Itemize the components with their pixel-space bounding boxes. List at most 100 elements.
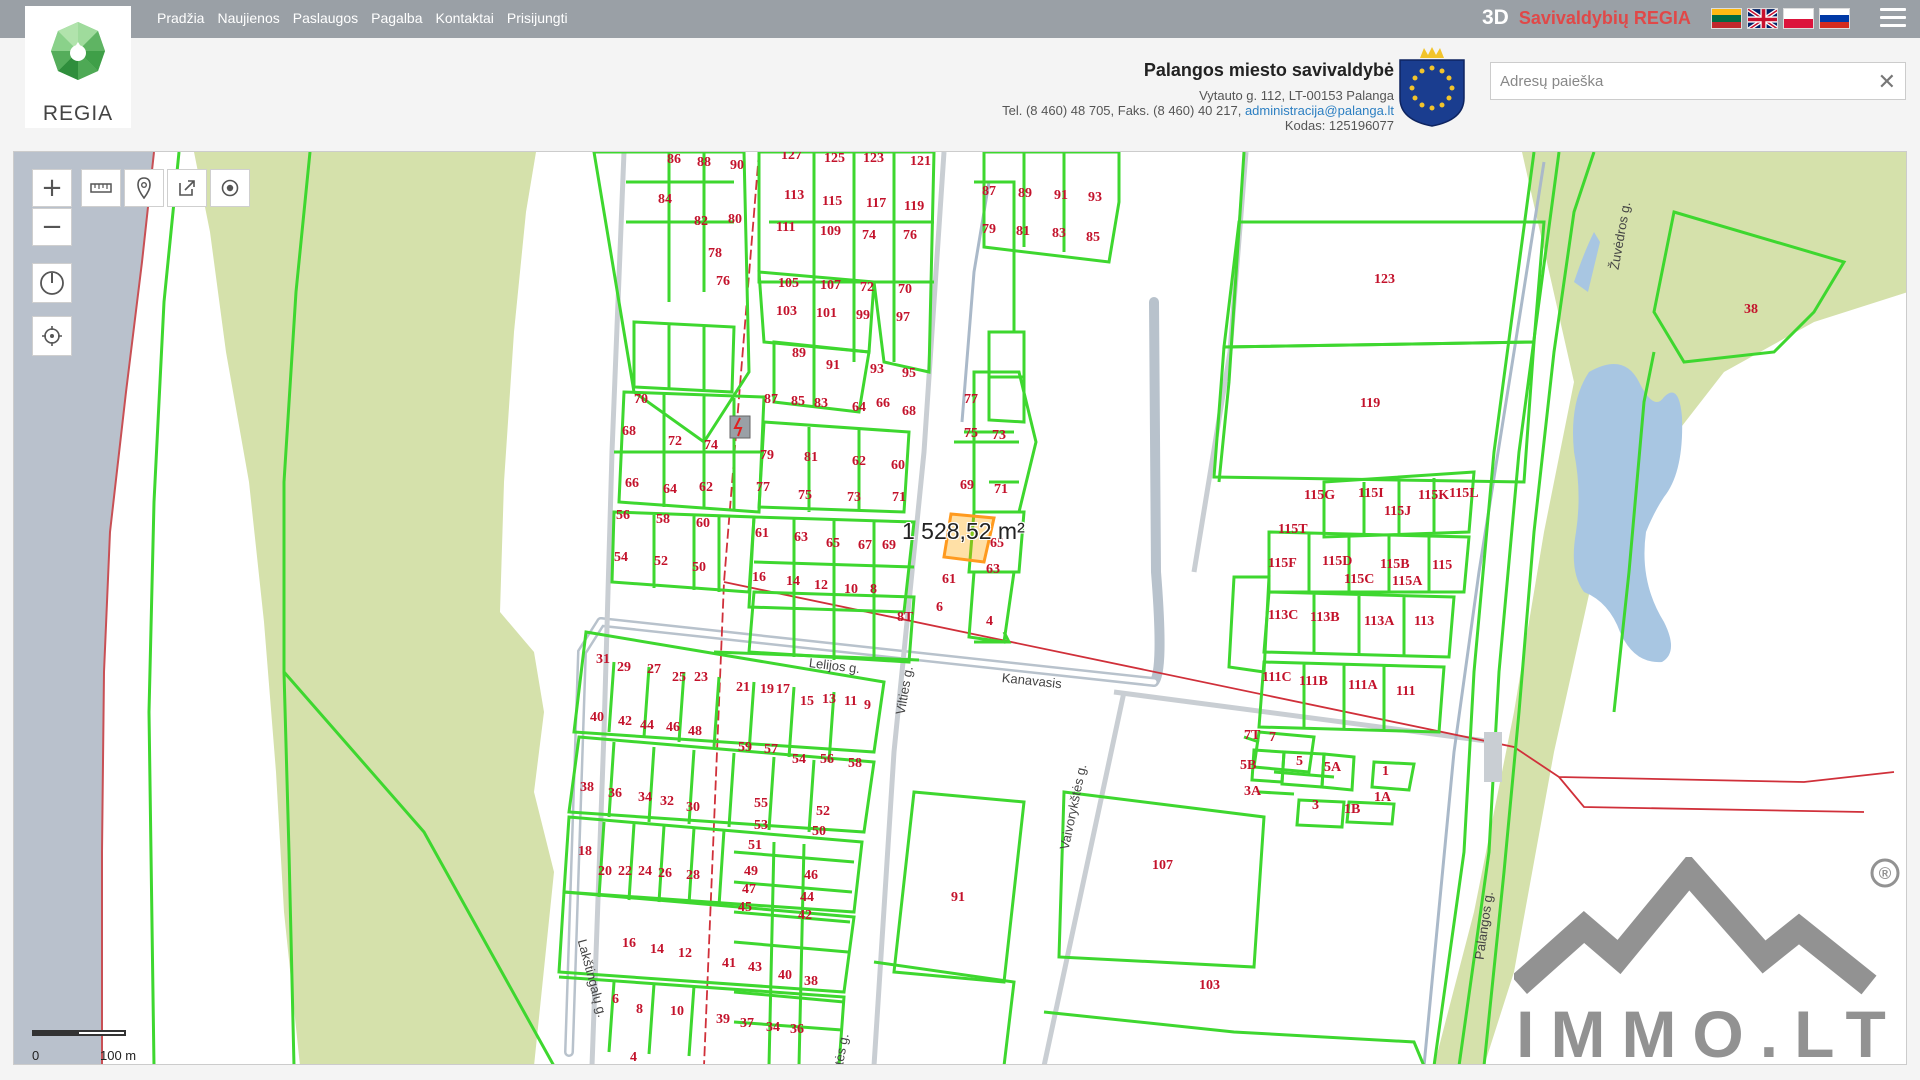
plot-label[interactable]: 66 xyxy=(876,396,890,412)
plot-label[interactable]: 57 xyxy=(764,742,778,758)
poland-flag[interactable] xyxy=(1783,8,1814,29)
plot-label[interactable]: 97 xyxy=(896,310,910,326)
plot-label[interactable]: 71 xyxy=(892,490,906,506)
plot-label[interactable]: 36 xyxy=(608,786,622,802)
plot-label[interactable]: 119 xyxy=(1360,396,1380,412)
plot-label[interactable]: 34 xyxy=(766,1020,780,1036)
plot-label[interactable]: 84 xyxy=(658,192,672,208)
plot-label[interactable]: 14 xyxy=(650,942,664,958)
plot-label[interactable]: 79 xyxy=(760,448,774,464)
plot-label[interactable]: 109 xyxy=(820,224,841,240)
search-input[interactable] xyxy=(1491,63,1861,99)
plot-label[interactable]: 46 xyxy=(804,868,818,884)
plot-label[interactable]: 72 xyxy=(668,434,682,450)
plot-label[interactable]: 12 xyxy=(814,578,828,594)
plot-label[interactable]: 11 xyxy=(844,694,857,710)
plot-label[interactable]: 38 xyxy=(1744,302,1758,318)
plot-label[interactable]: 60 xyxy=(891,458,905,474)
plot-label[interactable]: 26 xyxy=(658,866,672,882)
plot-label[interactable]: 29 xyxy=(617,660,631,676)
measure-distance-button[interactable] xyxy=(81,169,121,207)
plot-label[interactable]: 115L xyxy=(1449,486,1479,502)
plot-label[interactable]: 42 xyxy=(798,908,812,924)
plot-label[interactable]: 115D xyxy=(1322,554,1352,570)
plot-label[interactable]: 10 xyxy=(844,582,858,598)
plot-label[interactable]: 22 xyxy=(618,864,632,880)
plot-label[interactable]: 87 xyxy=(764,392,778,408)
plot-label[interactable]: 72 xyxy=(860,280,874,296)
plot-label[interactable]: 37 xyxy=(740,1016,754,1032)
plot-label[interactable]: 27 xyxy=(647,662,661,678)
plot-label[interactable]: 74 xyxy=(704,438,718,454)
regia-logo[interactable]: REGIA xyxy=(25,6,131,128)
plot-label[interactable]: 59 xyxy=(738,740,752,756)
plot-label[interactable]: 15 xyxy=(800,694,814,710)
plot-label[interactable]: 1A xyxy=(1374,790,1391,806)
plot-label[interactable]: 61 xyxy=(755,526,769,542)
plot-label[interactable]: 93 xyxy=(1088,190,1102,206)
nav-pradzia[interactable]: Pradžia xyxy=(157,10,204,26)
nav-kontaktai[interactable]: Kontaktai xyxy=(436,10,494,26)
plot-label[interactable]: 8T xyxy=(897,610,913,626)
plot-label[interactable]: 75 xyxy=(798,488,812,504)
uk-flag[interactable] xyxy=(1747,8,1778,29)
plot-label[interactable]: 4 xyxy=(630,1050,637,1064)
plot-label[interactable]: 30 xyxy=(686,800,700,816)
zoom-in-button[interactable]: + xyxy=(32,169,72,207)
clear-search-icon[interactable]: ✕ xyxy=(1878,69,1896,95)
plot-label[interactable]: 67 xyxy=(858,538,872,554)
plot-label[interactable]: 77 xyxy=(964,392,978,408)
plot-label[interactable]: 54 xyxy=(614,550,628,566)
plot-label[interactable]: 1B xyxy=(1344,802,1360,818)
plot-label[interactable]: 70 xyxy=(634,392,648,408)
locate-button[interactable] xyxy=(210,169,250,207)
plot-label[interactable]: 50 xyxy=(812,824,826,840)
plot-label[interactable]: 7 xyxy=(1269,730,1276,746)
plot-label[interactable]: 56 xyxy=(820,752,834,768)
plot-label[interactable]: 77 xyxy=(756,480,770,496)
plot-label[interactable]: 113 xyxy=(1414,614,1434,630)
plot-label[interactable]: 52 xyxy=(816,804,830,820)
plot-label[interactable]: 91 xyxy=(1054,188,1068,204)
plot-label[interactable]: 9 xyxy=(864,698,871,714)
plot-label[interactable]: 115A xyxy=(1392,574,1422,590)
plot-label[interactable]: 6 xyxy=(612,992,619,1008)
plot-label[interactable]: 44 xyxy=(640,718,654,734)
plot-label[interactable]: 34 xyxy=(638,790,652,806)
plot-label[interactable]: 12 xyxy=(678,946,692,962)
plot-label[interactable]: 85 xyxy=(1086,230,1100,246)
plot-label[interactable]: 127 xyxy=(781,152,802,164)
share-button[interactable] xyxy=(167,169,207,207)
plot-label[interactable]: 115 xyxy=(822,194,842,210)
rotate-button[interactable] xyxy=(32,263,72,303)
plot-label[interactable]: 25 xyxy=(672,670,686,686)
plot-label[interactable]: 81 xyxy=(1016,224,1030,240)
plot-label[interactable]: 43 xyxy=(748,960,762,976)
plot-label[interactable]: 113 xyxy=(784,188,804,204)
plot-label[interactable]: 115K xyxy=(1418,488,1449,504)
plot-label[interactable]: 107 xyxy=(1152,858,1173,874)
plot-label[interactable]: 123 xyxy=(863,152,884,167)
plot-label[interactable]: 115J xyxy=(1384,504,1411,520)
plot-label[interactable]: 115T xyxy=(1278,522,1308,538)
plot-label[interactable]: 62 xyxy=(852,454,866,470)
plot-label[interactable]: 117 xyxy=(866,196,886,212)
plot-label[interactable]: 31 xyxy=(596,652,610,668)
plot-label[interactable]: 69 xyxy=(960,478,974,494)
plot-label[interactable]: 113C xyxy=(1268,608,1298,624)
plot-label[interactable]: 60 xyxy=(696,516,710,532)
plot-label[interactable]: 90 xyxy=(730,158,744,174)
plot-label[interactable]: 4 xyxy=(986,614,993,630)
plot-label[interactable]: 24 xyxy=(638,864,652,880)
plot-label[interactable]: 83 xyxy=(1052,226,1066,242)
nav-pagalba[interactable]: Pagalba xyxy=(371,10,422,26)
plot-label[interactable]: 76 xyxy=(716,274,730,290)
plot-label[interactable]: 65 xyxy=(826,536,840,552)
plot-label[interactable]: 18 xyxy=(578,844,592,860)
email-link[interactable]: administracija@palanga.lt xyxy=(1245,103,1394,118)
plot-label[interactable]: 68 xyxy=(902,404,916,420)
plot-label[interactable]: 42 xyxy=(618,714,632,730)
plot-label[interactable]: 5 xyxy=(1296,754,1303,770)
plot-label[interactable]: 93 xyxy=(870,362,884,378)
nav-prisijungti[interactable]: Prisijungti xyxy=(507,10,568,26)
